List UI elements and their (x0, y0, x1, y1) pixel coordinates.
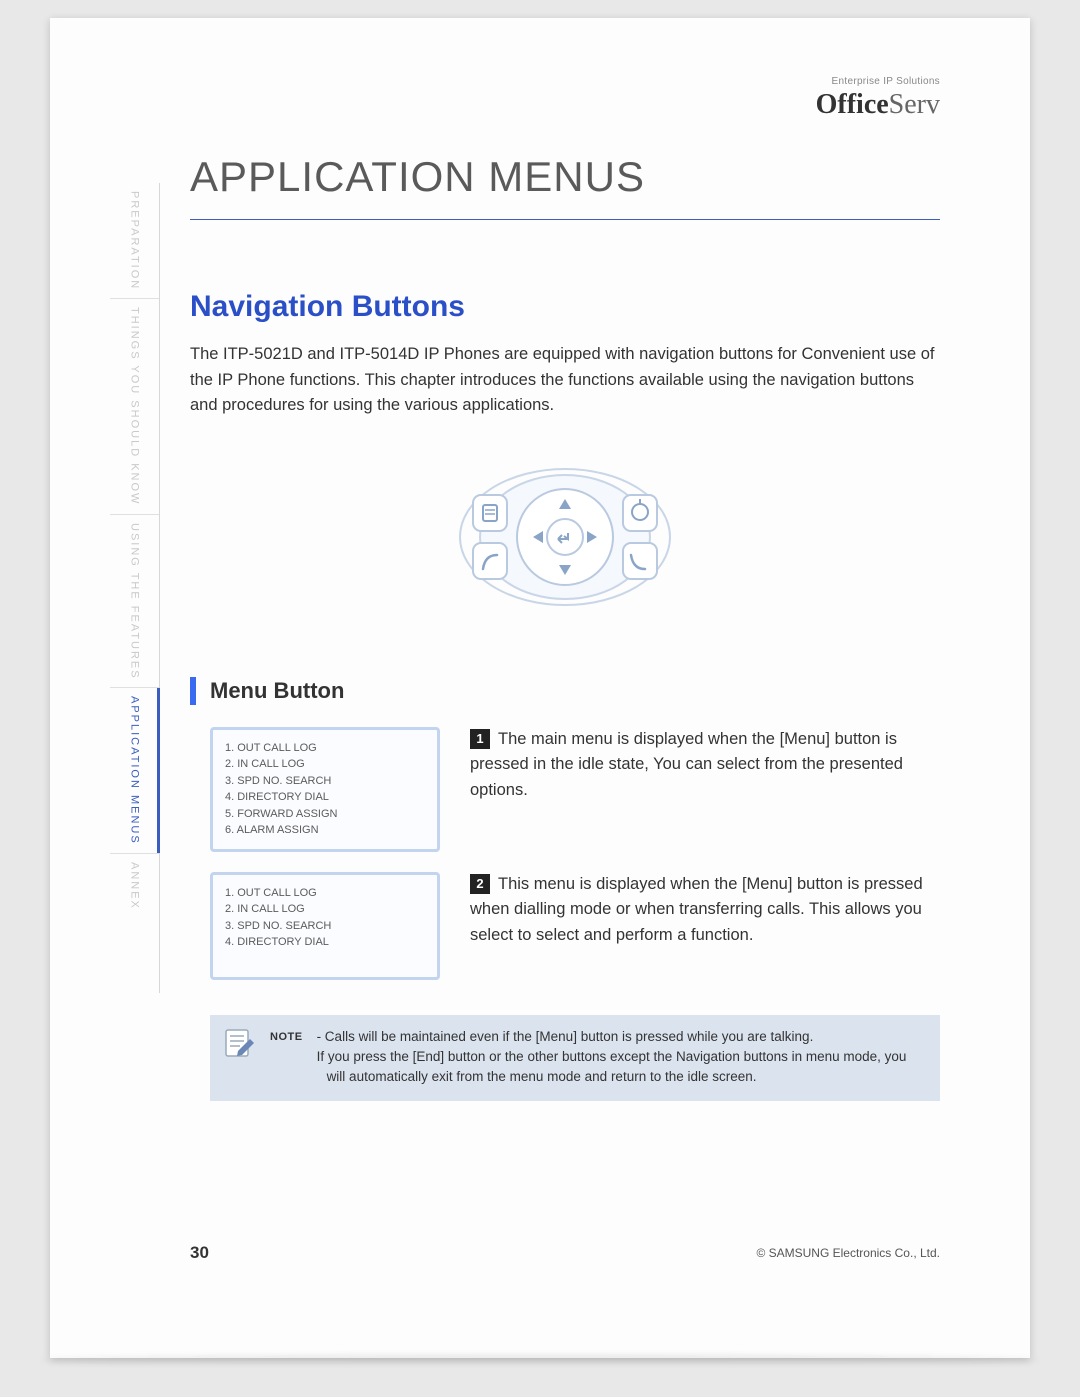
document-page: Enterprise IP Solutions OfficeServ PREPA… (50, 18, 1030, 1358)
sidebar-nav: PREPARATION THINGS YOU SHOULD KNOW USING… (110, 183, 160, 993)
lcd-screen-2: 1. OUT CALL LOG 2. IN CALL LOG 3. SPD NO… (210, 872, 440, 980)
sub-heading: Menu Button (190, 677, 940, 705)
sub-heading-bar (190, 677, 196, 705)
step-number-badge: 2 (470, 874, 490, 894)
chapter-title: APPLICATION MENUS (190, 153, 940, 220)
lcd-line: 4. DIRECTORY DIAL (225, 934, 425, 951)
lcd-line: 2. IN CALL LOG (225, 756, 425, 773)
note-label: NOTE (270, 1027, 303, 1088)
lcd-line: 3. SPD NO. SEARCH (225, 773, 425, 790)
step-number-badge: 1 (470, 729, 490, 749)
lcd-line: 1. OUT CALL LOG (225, 885, 425, 902)
lcd-line: 4. DIRECTORY DIAL (225, 789, 425, 806)
lcd-line: 3. SPD NO. SEARCH (225, 918, 425, 935)
step-description: 2This menu is displayed when the [Menu] … (470, 872, 940, 949)
section-title: Navigation Buttons (190, 290, 940, 324)
note-line: If you press the [End] button or the oth… (317, 1047, 922, 1088)
step-text-body: The main menu is displayed when the [Men… (470, 730, 903, 799)
sidebar-item-application-menus[interactable]: APPLICATION MENUS (110, 688, 159, 853)
step-text-body: This menu is displayed when the [Menu] b… (470, 875, 923, 944)
lcd-line: 6. ALARM ASSIGN (225, 822, 425, 839)
note-icon (222, 1027, 256, 1088)
note-body: NOTE - Calls will be maintained even if … (270, 1027, 922, 1088)
lcd-line: 2. IN CALL LOG (225, 901, 425, 918)
page-shadow (40, 1355, 1040, 1365)
content-area: APPLICATION MENUS Navigation Buttons The… (190, 153, 940, 1101)
menu-step-row: 1. OUT CALL LOG 2. IN CALL LOG 3. SPD NO… (190, 727, 940, 852)
lcd-screen-1: 1. OUT CALL LOG 2. IN CALL LOG 3. SPD NO… (210, 727, 440, 852)
copyright-text: © SAMSUNG Electronics Co., Ltd. (756, 1246, 940, 1260)
brand-name-bold: Office (816, 89, 889, 120)
page-number: 30 (190, 1243, 209, 1263)
lcd-line: 5. FORWARD ASSIGN (225, 806, 425, 823)
lcd-line: 1. OUT CALL LOG (225, 740, 425, 757)
sidebar-item-using-the-features[interactable]: USING THE FEATURES (110, 515, 159, 688)
brand-name: OfficeServ (816, 89, 940, 121)
note-text: - Calls will be maintained even if the [… (317, 1027, 922, 1088)
page-footer: 30 © SAMSUNG Electronics Co., Ltd. (190, 1243, 940, 1263)
sidebar-item-preparation[interactable]: PREPARATION (110, 183, 159, 298)
note-line: - Calls will be maintained even if the [… (317, 1027, 922, 1047)
brand-block: Enterprise IP Solutions OfficeServ (816, 76, 940, 121)
brand-name-light: Serv (889, 89, 940, 120)
sub-heading-text: Menu Button (210, 678, 344, 704)
sidebar-item-things-you-should-know[interactable]: THINGS YOU SHOULD KNOW (110, 299, 159, 513)
step-description: 1The main menu is displayed when the [Me… (470, 727, 940, 804)
sidebar-item-annex[interactable]: ANNEX (110, 854, 159, 918)
section-body: The ITP-5021D and ITP-5014D IP Phones ar… (190, 342, 940, 419)
navigation-pad-icon (445, 447, 685, 627)
navigation-pad-figure (190, 447, 940, 632)
menu-step-row: 1. OUT CALL LOG 2. IN CALL LOG 3. SPD NO… (190, 872, 940, 980)
brand-tagline: Enterprise IP Solutions (816, 76, 940, 87)
note-box: NOTE - Calls will be maintained even if … (210, 1015, 940, 1102)
